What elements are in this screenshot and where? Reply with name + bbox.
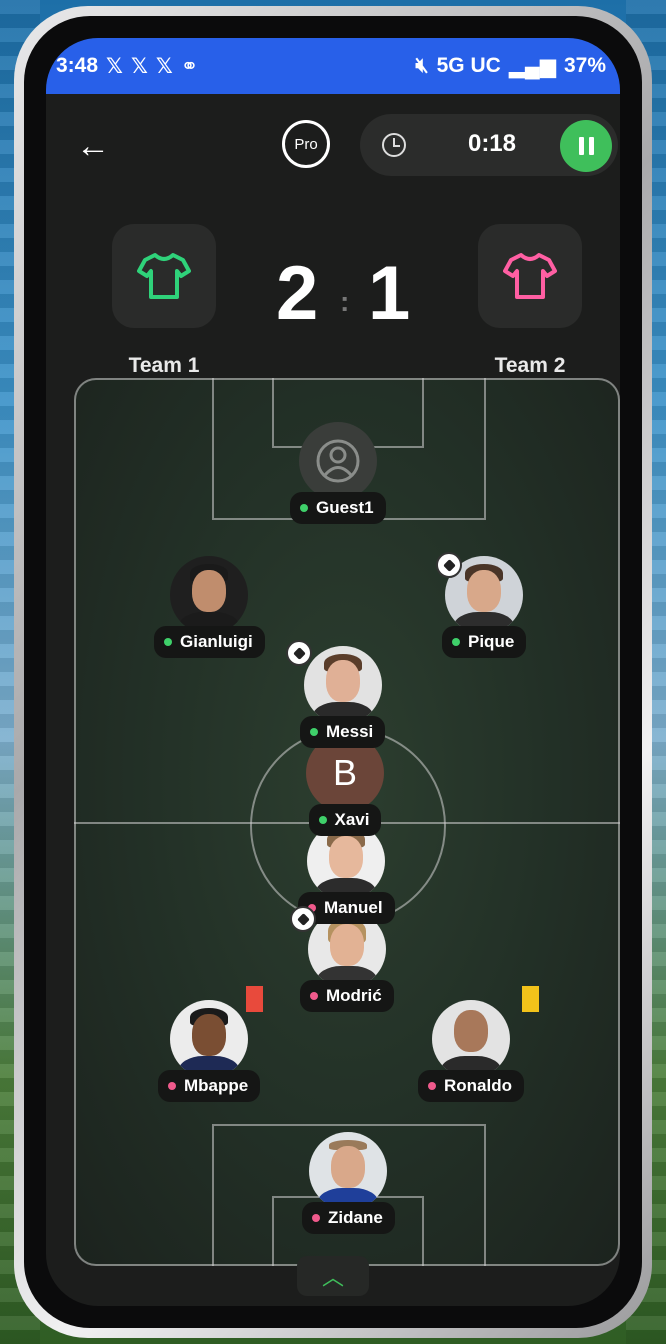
team1-name: Team 1 (128, 354, 200, 377)
pause-icon (578, 137, 584, 155)
mute-icon: 🔇︎ (415, 54, 429, 77)
pro-button[interactable]: Pro (282, 120, 330, 168)
player-name: Guest1 (316, 498, 374, 517)
x-icon: 𝕏 (155, 54, 173, 78)
player-name-chip: Modrić (300, 980, 394, 1012)
link-icon: ⚭ (180, 54, 199, 78)
player-ronaldo[interactable]: Ronaldo (418, 986, 539, 1102)
player-name-chip: Pique (442, 626, 527, 658)
status-time: 3:48 (56, 54, 99, 77)
player-pique[interactable]: Pique (436, 552, 527, 658)
status-bar: 3:48 𝕏 𝕏 𝕏 ⚭ 🔇︎ 5G UC ▂▄▆ 37% (46, 38, 620, 94)
team1-dot (300, 504, 308, 512)
guest-icon (316, 439, 360, 483)
player-zidane[interactable]: Zidane (302, 1132, 395, 1234)
goal-ball-icon (436, 552, 462, 578)
team1-dot (310, 728, 318, 736)
red-card-icon (246, 986, 263, 1012)
signal-icon: ▂▄▆ (508, 54, 556, 78)
player-name-chip: Guest1 (290, 492, 386, 524)
player-name: Gianluigi (180, 632, 253, 651)
pro-label: Pro (294, 135, 318, 153)
team1-dot (452, 638, 460, 646)
jersey-icon (137, 253, 191, 299)
network-type: 5G UC (436, 54, 501, 77)
battery-level: 37% (563, 54, 606, 77)
scoreboard: Team 1 2 : 1 Team 2 (46, 204, 620, 377)
top-bar: ← Pro 0:18 (46, 94, 620, 204)
player-name-chip: Gianluigi (154, 626, 265, 658)
team1-score: 2 (276, 251, 319, 336)
player-gianluigi[interactable]: Gianluigi (154, 556, 265, 658)
player-modric[interactable]: Modrić (290, 906, 394, 1012)
x-icon: 𝕏 (130, 54, 148, 78)
team2-name: Team 2 (494, 354, 566, 377)
team2-dot (310, 992, 318, 1000)
player-name: Modrić (326, 986, 382, 1005)
avatar-initial: B (332, 752, 357, 793)
expand-sheet-button[interactable]: ︿ (297, 1256, 369, 1296)
x-icon: 𝕏 (106, 54, 123, 78)
chevron-up-icon: ︿ (321, 1265, 344, 1290)
back-arrow-icon: ← (76, 127, 110, 165)
player-messi[interactable]: Messi (286, 640, 386, 748)
team2-dot (428, 1082, 436, 1090)
player-name: Zidane (328, 1208, 383, 1227)
player-xavi[interactable]: B Xavi (306, 734, 384, 836)
pause-button[interactable] (560, 120, 612, 172)
team2-dot (168, 1082, 176, 1090)
team1-dot (164, 638, 172, 646)
avatar (309, 1132, 388, 1210)
yellow-card-icon (522, 986, 539, 1012)
player-name-chip: Messi (300, 716, 386, 748)
phone-frame: 3:48 𝕏 𝕏 𝕏 ⚭ 🔇︎ 5G UC ▂▄▆ 37% ← Pro 0:18… (14, 6, 652, 1338)
back-button[interactable]: ← (68, 124, 118, 168)
player-name-chip: Ronaldo (418, 1070, 524, 1102)
player-name-chip: Mbappe (158, 1070, 261, 1102)
player-name: Ronaldo (444, 1076, 512, 1095)
goal-ball-icon (286, 640, 312, 666)
player-name: Mbappe (184, 1076, 249, 1095)
team1-dot (318, 816, 327, 824)
player-name: Manuel (324, 898, 383, 917)
score-separator: : (340, 286, 350, 317)
timer-value: 0:18 (467, 130, 517, 157)
player-guest1[interactable]: Guest1 (290, 422, 386, 524)
team1-jersey-button[interactable] (112, 224, 216, 328)
team2-dot (312, 1214, 320, 1222)
player-name-chip: Zidane (302, 1202, 395, 1234)
guest-avatar (298, 422, 377, 500)
goal-ball-icon (290, 906, 316, 932)
team2-score: 1 (368, 251, 411, 336)
app-screen: 3:48 𝕏 𝕏 𝕏 ⚭ 🔇︎ 5G UC ▂▄▆ 37% ← Pro 0:18… (46, 38, 620, 1306)
avatar (170, 556, 249, 634)
avatar (303, 646, 382, 724)
player-name: Xavi (334, 810, 370, 829)
clock-icon (382, 133, 406, 157)
avatar (170, 1000, 249, 1078)
phone-bezel: 3:48 𝕏 𝕏 𝕏 ⚭ 🔇︎ 5G UC ▂▄▆ 37% ← Pro 0:18… (24, 16, 642, 1328)
avatar (432, 1000, 510, 1078)
player-name: Messi (326, 722, 374, 741)
player-mbappe[interactable]: Mbappe (158, 986, 263, 1102)
match-timer: 0:18 (360, 114, 618, 176)
player-name: Pique (468, 632, 515, 651)
player-name-chip: Xavi (308, 804, 382, 836)
jersey-icon (503, 253, 557, 299)
player-manuel[interactable]: Manuel (298, 822, 395, 924)
team2-jersey-button[interactable] (478, 224, 582, 328)
